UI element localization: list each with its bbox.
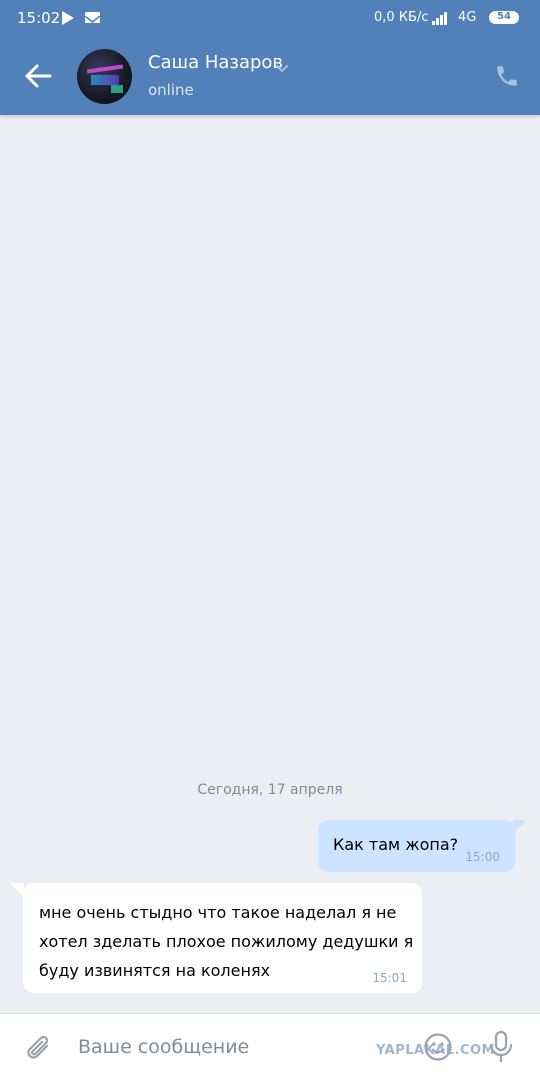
message-composer: YAPLAKAL.COM bbox=[0, 1013, 540, 1081]
status-time: 15:02 bbox=[17, 9, 61, 27]
back-arrow-icon[interactable] bbox=[22, 60, 54, 92]
signal-icon bbox=[432, 10, 452, 25]
chat-header: 15:02 0,0 КБ/с 4G 54 Саша Назаров online bbox=[0, 0, 540, 115]
status-network: 4G bbox=[458, 10, 477, 25]
paperclip-icon[interactable] bbox=[24, 1032, 54, 1064]
outgoing-message[interactable]: Как там жопа? 15:00 bbox=[318, 820, 527, 872]
message-input[interactable] bbox=[78, 1034, 378, 1060]
phone-icon[interactable] bbox=[494, 63, 520, 89]
battery-icon: 54 bbox=[489, 11, 519, 24]
date-separator: Сегодня, 17 апреля bbox=[197, 782, 343, 798]
watermark: YAPLAKAL.COM bbox=[376, 1043, 495, 1058]
message-time: 15:01 bbox=[372, 971, 407, 985]
message-time: 15:00 bbox=[465, 850, 500, 864]
chevron-down-icon[interactable] bbox=[276, 58, 288, 73]
incoming-message[interactable]: мне очень стыдно что такое наделал я не … bbox=[10, 883, 422, 993]
status-speed: 0,0 КБ/с bbox=[374, 10, 429, 25]
play-icon bbox=[62, 11, 74, 25]
message-text: мне очень стыдно что такое наделал я не … bbox=[39, 903, 414, 980]
contact-status: online bbox=[148, 81, 194, 99]
contact-name[interactable]: Саша Назаров bbox=[148, 52, 283, 73]
status-bar: 15:02 0,0 КБ/с 4G 54 bbox=[0, 0, 540, 36]
message-text: Как там жопа? bbox=[333, 835, 459, 854]
mail-icon bbox=[84, 12, 101, 23]
avatar[interactable] bbox=[77, 49, 132, 104]
